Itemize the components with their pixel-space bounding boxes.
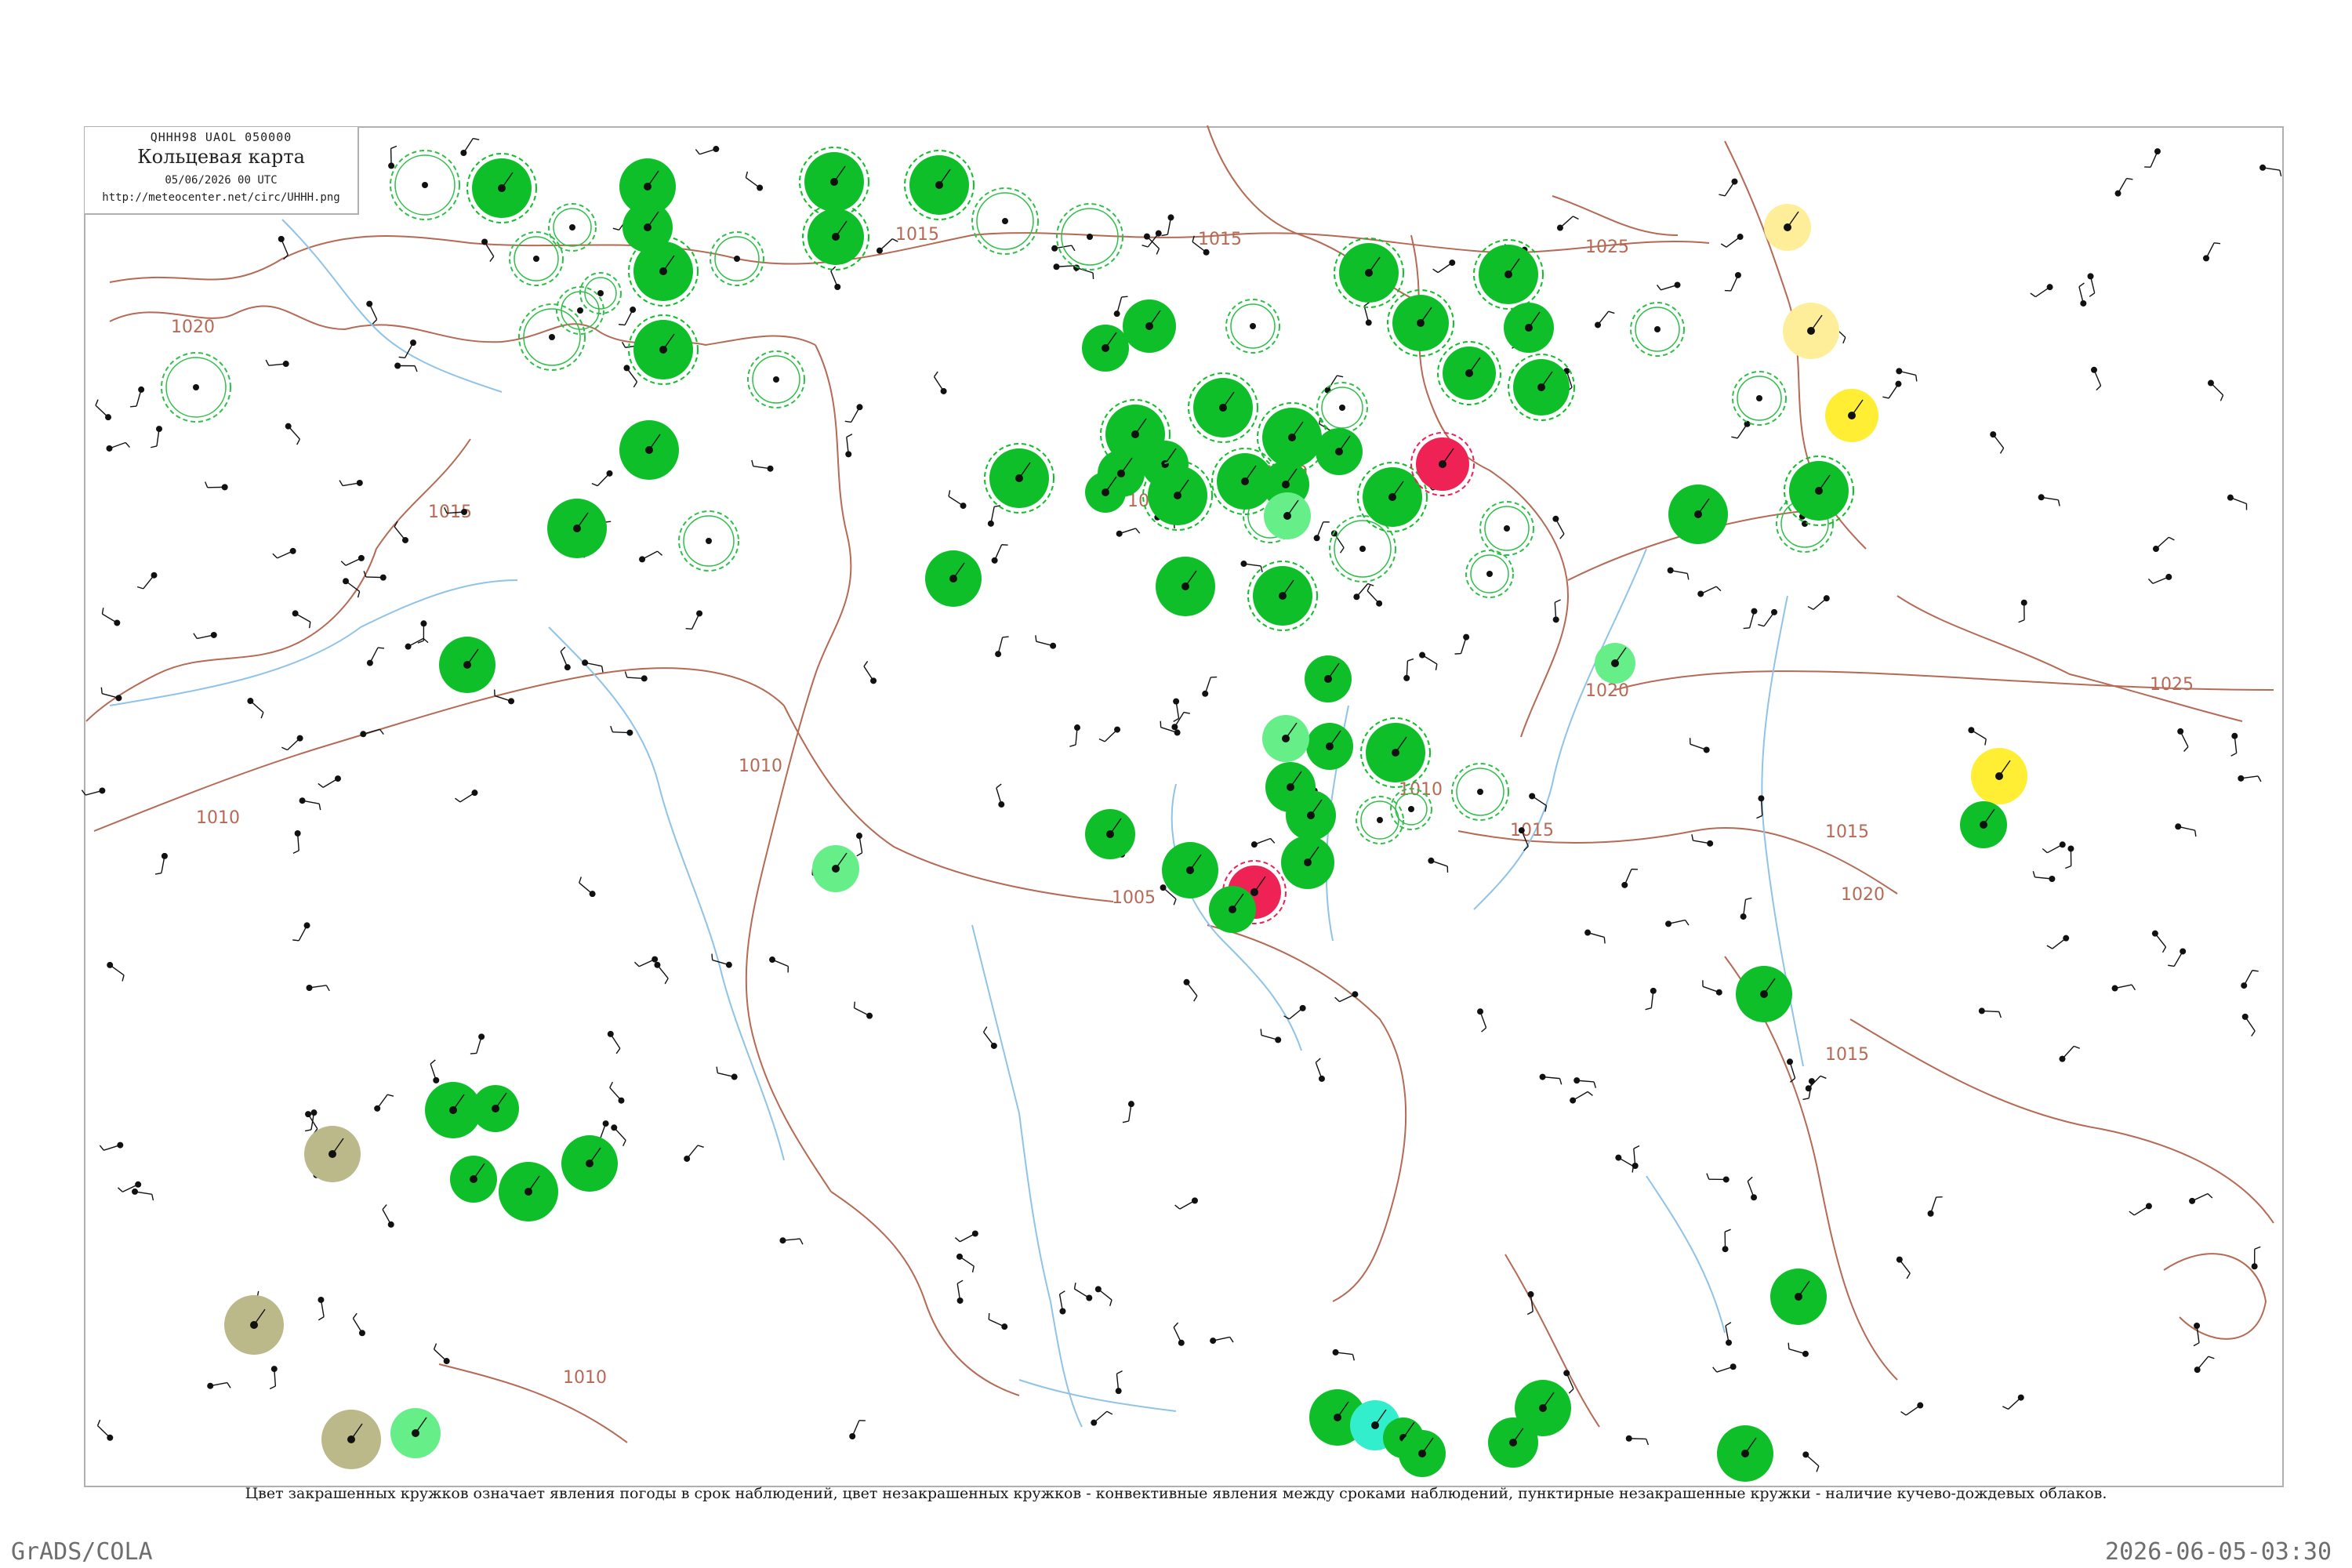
map-frame: [84, 126, 2284, 1487]
isobar-label: 1010: [563, 1368, 607, 1388]
bulletin-code: QHHH98 UAOL 050000: [150, 130, 292, 144]
station-circle-icon: [1654, 326, 1661, 332]
isobar-label: 1015: [1825, 822, 1869, 842]
map-header-box: QHHH98 UAOL 050000 Кольцевая карта 05/06…: [85, 127, 359, 215]
station-circle-icon: [1486, 571, 1493, 577]
station-circle-icon: [577, 307, 583, 314]
station-circle-icon: [734, 256, 740, 262]
station-circle-icon: [1408, 806, 1414, 812]
station-circle-icon: [549, 334, 555, 340]
software-credit: GrADS/COLA: [11, 1538, 153, 1566]
wind-barb-feather: [1092, 272, 1094, 280]
wind-barb-feather: [1603, 937, 1606, 944]
map-date: 05/06/2026 00 UTC: [165, 174, 278, 187]
station-circle-icon: [193, 384, 199, 390]
wind-barb-feather: [2214, 242, 2221, 245]
station-circle-icon: [422, 182, 428, 188]
wind-barb-feather: [292, 939, 299, 942]
wind-barb-feather: [1121, 296, 1128, 298]
wind-barb-feather: [1743, 627, 1750, 630]
station-circle-icon: [1087, 234, 1093, 240]
station-circle-icon: [1477, 789, 1483, 795]
isobar-label: 1015: [1510, 821, 1554, 840]
wind-barb-feather: [100, 687, 103, 694]
isobar-label: 1020: [1585, 681, 1629, 701]
station-circle-icon: [569, 224, 575, 230]
station-circle-icon: [706, 538, 712, 544]
station-circle-icon: [533, 256, 539, 262]
wind-barb-icon: [612, 731, 630, 734]
legend-caption: Цвет закрашенных кружков означает явлени…: [245, 1485, 2107, 1502]
station-circle-icon: [773, 376, 779, 383]
isobar-label: 1005: [1112, 888, 1156, 908]
generation-timestamp: 2026-06-05-03:30: [2105, 1538, 2332, 1566]
wind-barb-feather: [1454, 652, 1461, 655]
station-circle-icon: [1359, 546, 1366, 552]
station-circle-icon: [1377, 817, 1383, 823]
wind-barb-feather: [1788, 1342, 1790, 1349]
wind-barb-feather: [470, 1052, 477, 1054]
isobar-label: 1020: [171, 318, 215, 337]
map-url[interactable]: http://meteocenter.net/circ/UHHH.png: [85, 191, 358, 204]
wind-barb-feather: [711, 953, 713, 960]
isobar-label: 1025: [1585, 238, 1629, 257]
wind-barb-feather: [130, 405, 137, 408]
isobar-label: 1015: [895, 225, 939, 245]
isobar-label: 1015: [1825, 1045, 1869, 1065]
wind-barb-feather: [685, 628, 692, 630]
station-circle-icon: [1756, 395, 1762, 401]
station-circle-icon: [1339, 405, 1345, 411]
isobar-label: 1025: [2150, 675, 2194, 695]
wind-barb-icon: [365, 576, 383, 579]
isobar-label: 1015: [1198, 230, 1242, 249]
station-circle-icon: [1504, 525, 1510, 532]
wind-barb-feather: [398, 356, 405, 359]
station-circle-icon: [1250, 323, 1256, 329]
isobar-label: 1020: [1841, 885, 1885, 905]
isobar-label: 1010: [196, 808, 240, 828]
weather-map: 1015 1015 1025 1020 1015 1010 1010 1020 1025 1010…: [81, 125, 2284, 1487]
station-circle-icon: [597, 290, 604, 296]
station-circle-icon: [1002, 218, 1008, 224]
isobar-label: 1010: [739, 757, 782, 776]
map-title: Кольцевая карта: [137, 146, 305, 168]
